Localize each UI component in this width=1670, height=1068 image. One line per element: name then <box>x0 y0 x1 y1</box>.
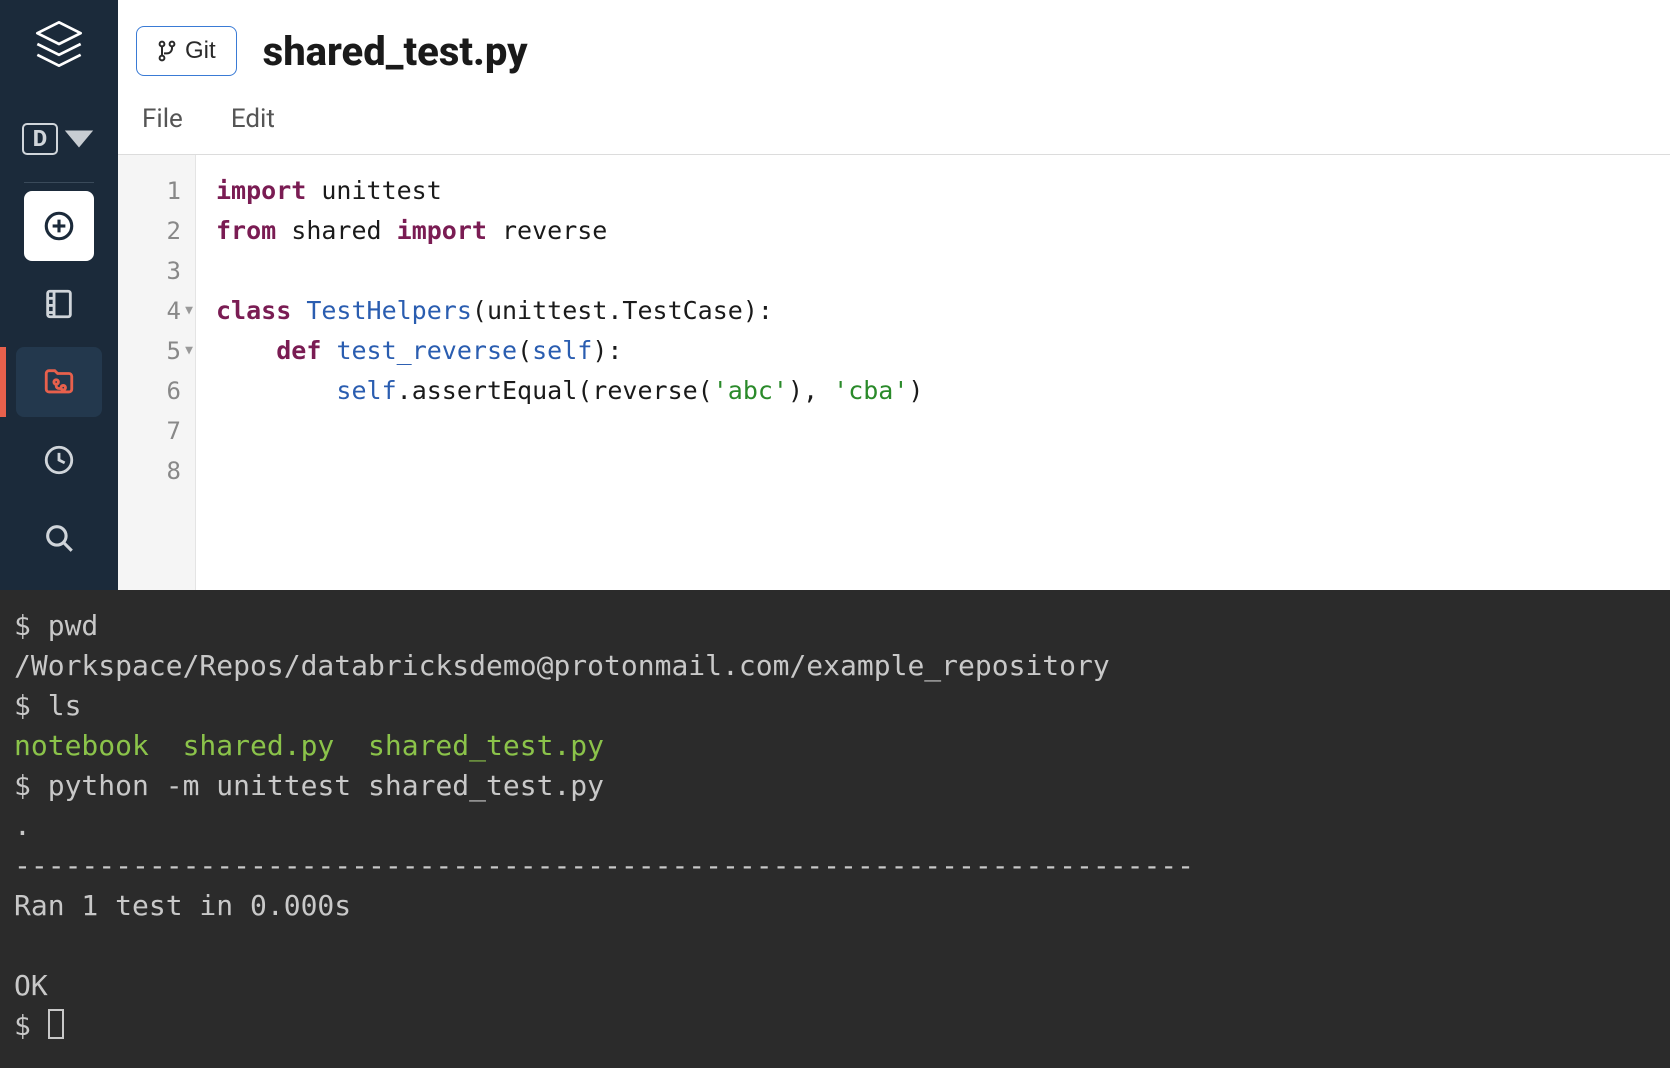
left-sidebar: D <box>0 0 118 590</box>
line-number: 1 <box>118 171 181 211</box>
ls-output: notebook shared.py shared_test.py <box>14 729 604 762</box>
code-content[interactable]: import unittest from shared import rever… <box>196 155 1670 590</box>
sidebar-divider <box>24 182 94 183</box>
menu-edit[interactable]: Edit <box>231 104 275 134</box>
search-button[interactable] <box>16 503 102 573</box>
line-number: 3 <box>118 251 181 291</box>
code-editor[interactable]: 1 2 3 4 ▼ 5 ▼ 6 7 8 import unittest from… <box>118 155 1670 590</box>
recents-button[interactable] <box>16 425 102 495</box>
line-number: 8 <box>118 451 181 491</box>
fold-arrow-icon[interactable]: ▼ <box>185 291 193 331</box>
file-header: Git shared_test.py <box>118 0 1670 86</box>
main-content: Git shared_test.py File Edit 1 2 3 4 ▼ 5… <box>118 0 1670 590</box>
databricks-logo-icon[interactable] <box>33 18 85 70</box>
git-button-label: Git <box>185 37 216 65</box>
git-branch-icon <box>157 39 177 63</box>
upper-pane: D <box>0 0 1670 590</box>
line-gutter: 1 2 3 4 ▼ 5 ▼ 6 7 8 <box>118 155 196 590</box>
workspace-selector[interactable]: D <box>16 104 102 174</box>
menu-file[interactable]: File <box>142 104 183 134</box>
workspace-d-icon: D <box>22 122 96 156</box>
workspace-button[interactable] <box>16 269 102 339</box>
menu-bar: File Edit <box>118 86 1670 155</box>
line-number: 5 ▼ <box>118 331 181 371</box>
create-button[interactable] <box>24 191 94 261</box>
line-number: 6 <box>118 371 181 411</box>
repos-button[interactable] <box>16 347 102 417</box>
fold-arrow-icon[interactable]: ▼ <box>185 331 193 371</box>
line-number: 7 <box>118 411 181 451</box>
file-title: shared_test.py <box>263 28 528 75</box>
git-button[interactable]: Git <box>136 26 237 76</box>
terminal-panel[interactable]: $ pwd /Workspace/Repos/databricksdemo@pr… <box>0 590 1670 1068</box>
line-number: 4 ▼ <box>118 291 181 331</box>
terminal-cursor <box>48 1009 64 1039</box>
line-number: 2 <box>118 211 181 251</box>
